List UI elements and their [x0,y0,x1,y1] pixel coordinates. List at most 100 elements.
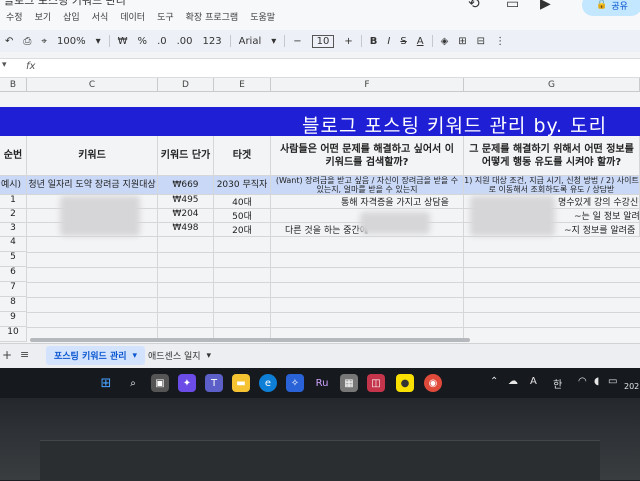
increase-decimal-button[interactable]: .00 [177,36,193,47]
chevron-down-icon[interactable]: ▾ [207,351,212,361]
cell-price[interactable]: ₩204 [158,209,214,223]
history-icon[interactable]: ⟲ [468,0,480,12]
number-format-button[interactable]: 123 [203,36,222,47]
cell-price[interactable]: ₩498 [158,223,214,237]
menu-tools[interactable]: 도구 [151,10,180,24]
borders-icon[interactable]: ⊞ [458,36,466,47]
document-title[interactable]: 블로그 포스팅 키워드 관리 [4,0,126,8]
column-header-d[interactable]: D [158,78,214,92]
cell-example-solution[interactable]: 1) 지원 대상 조건, 지급 시기, 신청 방법 / 2) 사이트로 이동해서… [464,176,640,195]
cell-example-problem[interactable]: (Want) 장려금을 받고 싶음 / 자신이 장려금을 받을 수 있는지, 얼… [271,176,464,195]
clock-date[interactable]: 202 [624,382,639,391]
volume-icon[interactable]: ◖ [594,376,599,387]
currency-button[interactable]: ₩ [118,36,128,47]
name-box-chevron-icon[interactable]: ▾ [2,60,7,70]
battery-icon[interactable]: ▭ [608,376,617,387]
row-number[interactable]: 5 [0,252,27,267]
more-options-icon[interactable]: ⋮ [495,36,505,47]
text-color-button[interactable]: A [417,36,424,47]
app-icon[interactable]: ◫ [367,374,385,392]
font-select[interactable]: Arial [239,36,262,47]
store-icon[interactable]: ▦ [340,374,358,392]
comment-icon[interactable]: ▭ [506,0,519,12]
menu-insert[interactable]: 삽입 [57,10,86,24]
cell-price[interactable]: ₩495 [158,195,214,209]
header-cell-price[interactable]: 키워드 단가 [158,136,214,176]
app-icon[interactable]: ✧ [286,374,304,392]
row-number[interactable]: 2 [0,209,27,223]
cell-target[interactable]: 50대 [214,209,271,223]
menu-data[interactable]: 데이터 [114,10,151,24]
fill-color-icon[interactable]: ◈ [441,36,449,47]
header-cell-solution[interactable]: 그 문제를 해결하기 위해서 어떤 정보를 어떻게 행동 유도를 시켜야 할까? [464,136,640,176]
cell-problem[interactable]: 통해 자격증을 가지고 상담을 [271,195,464,209]
sheet-tab[interactable]: 애드센스 일지 ▾ [148,346,211,365]
windows-start-icon[interactable]: ⊞ [97,374,115,392]
wifi-icon[interactable]: ◠ [578,376,587,387]
row-number[interactable]: 1 [0,195,27,209]
row-number[interactable]: 4 [0,237,27,252]
header-cell-keyword[interactable]: 키워드 [27,136,158,176]
row-number[interactable]: 3 [0,223,27,237]
cell-example-keyword[interactable]: 청년 일자리 도약 장려금 지원대상 [27,176,158,195]
header-cell-target[interactable]: 타겟 [214,136,271,176]
header-cell-number[interactable]: 순번 [0,136,27,176]
copilot-icon[interactable]: ✦ [178,374,196,392]
chevron-down-icon[interactable]: ▾ [133,351,138,361]
cell-target[interactable]: 20대 [214,223,271,237]
paint-format-icon[interactable]: ⌖ [41,36,47,47]
row-number[interactable]: 9 [0,312,27,327]
decrease-decimal-button[interactable]: .0 [157,36,167,47]
dropdown-chevron-icon[interactable]: ▾ [271,36,276,47]
cell-example-target[interactable]: 2030 무직자 [214,176,271,195]
formula-fx-label[interactable]: fx [26,61,35,72]
search-icon[interactable]: ⌕ [124,374,142,392]
column-header-e[interactable]: E [214,78,271,92]
app-icon[interactable]: Ru [313,374,331,392]
all-sheets-icon[interactable]: ≡ [20,348,29,361]
menu-format[interactable]: 서식 [86,10,115,24]
header-cell-problem[interactable]: 사람들은 어떤 문제를 해결하고 싶어서 이 키워드를 검색할까? [271,136,464,176]
teams-icon[interactable]: T [205,374,223,392]
input-language-indicator[interactable]: A [530,376,537,387]
menu-help[interactable]: 도움말 [244,10,281,24]
print-icon[interactable]: ⎙ [23,36,31,47]
zoom-select[interactable]: 100% [57,36,86,47]
column-header-c[interactable]: C [27,78,158,92]
menu-view[interactable]: 보기 [29,10,58,24]
cell-example-price[interactable]: ₩669 [158,176,214,195]
sheet-tab-active[interactable]: 포스팅 키워드 관리 ▾ [46,346,146,365]
file-explorer-icon[interactable]: ▬ [232,374,250,392]
cell-example-number[interactable]: 예시) [0,176,27,195]
title-banner[interactable]: 블로그 포스팅 키워드 관리 by. 도리 [0,107,640,137]
font-size-decrease-button[interactable]: − [293,36,301,47]
row-number[interactable]: 6 [0,267,27,282]
merge-cells-icon[interactable]: ⊟ [477,36,485,47]
share-button[interactable]: 🔒 공유 [582,0,640,16]
dropdown-chevron-icon[interactable]: ▾ [96,36,101,47]
add-sheet-icon[interactable]: + [2,348,12,362]
cloud-icon[interactable]: ☁ [508,376,518,387]
row-number[interactable]: 7 [0,282,27,297]
percent-button[interactable]: % [138,36,148,47]
column-header-f[interactable]: F [271,78,464,92]
bold-button[interactable]: B [370,36,378,47]
italic-button[interactable]: I [387,36,390,47]
edge-browser-icon[interactable]: e [259,374,277,392]
font-size-input[interactable]: 10 [311,34,335,48]
empty-grid[interactable] [27,237,640,342]
column-header-b[interactable]: B [0,78,27,92]
menu-edit[interactable]: 수정 [0,10,29,24]
font-size-increase-button[interactable]: + [344,36,352,47]
ime-indicator[interactable]: 한 [553,376,562,391]
tray-chevron-icon[interactable]: ⌃ [490,376,498,387]
strikethrough-button[interactable]: S [400,36,406,47]
row-number[interactable]: 8 [0,297,27,312]
horizontal-scrollbar[interactable] [30,338,470,342]
column-header-g[interactable]: G [464,78,640,92]
video-call-icon[interactable]: ▶ [540,0,551,12]
menu-extensions[interactable]: 확장 프로그램 [180,10,245,24]
kakaotalk-icon[interactable]: ● [396,374,414,392]
undo-icon[interactable]: ↶ [5,36,13,47]
cell-target[interactable]: 40대 [214,195,271,209]
